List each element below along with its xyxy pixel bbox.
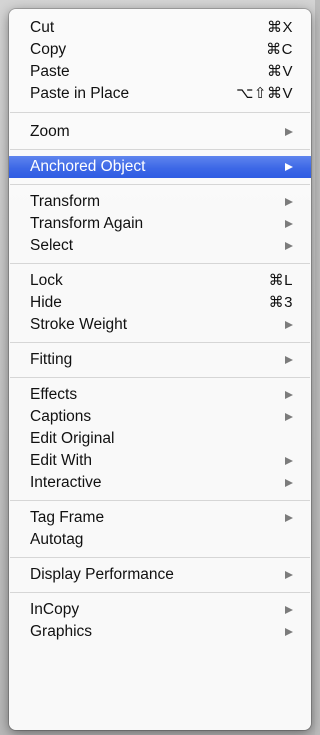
menu-item-tag-frame[interactable]: Tag Frame — [9, 507, 311, 529]
submenu-arrow-icon — [285, 128, 293, 136]
menu-item-graphics[interactable]: Graphics — [9, 621, 311, 643]
menu-item-select[interactable]: Select — [9, 235, 311, 257]
menu-item-label: Fitting — [30, 351, 73, 368]
shortcut-label: ⌘3 — [268, 294, 293, 311]
menu-item-effects[interactable]: Effects — [9, 384, 311, 406]
menu-item-label: Edit Original — [30, 430, 115, 447]
menu-item-hide[interactable]: Hide ⌘3 — [9, 292, 311, 314]
menu-item-edit-original[interactable]: Edit Original — [9, 428, 311, 450]
menu-item-label: Transform — [30, 193, 101, 210]
menu-item-fitting[interactable]: Fitting — [9, 349, 311, 371]
submenu-arrow-icon — [285, 479, 293, 487]
submenu-arrow-icon — [285, 163, 293, 171]
menu-item-transform[interactable]: Transform — [9, 191, 311, 213]
menu-item-stroke-weight[interactable]: Stroke Weight — [9, 314, 311, 336]
shortcut-label: ⌘L — [268, 272, 293, 289]
menu-item-label: InCopy — [30, 601, 80, 618]
menu-item-label: Paste in Place — [30, 85, 130, 102]
submenu-arrow-icon — [285, 220, 293, 228]
menu-item-cut[interactable]: Cut ⌘X — [9, 17, 311, 39]
menu-separator — [10, 112, 310, 113]
submenu-arrow-icon — [285, 321, 293, 329]
shortcut-label: ⌘X — [266, 19, 293, 36]
menu-separator — [10, 263, 310, 264]
menu-item-interactive[interactable]: Interactive — [9, 472, 311, 494]
menu-item-label: Tag Frame — [30, 509, 105, 526]
menu-item-transform-again[interactable]: Transform Again — [9, 213, 311, 235]
menu-item-incopy[interactable]: InCopy — [9, 599, 311, 621]
menu-separator — [10, 557, 310, 558]
menu-item-label: Select — [30, 237, 74, 254]
shortcut-label: ⌥⇧⌘V — [236, 85, 293, 102]
menu-item-label: Anchored Object — [30, 158, 146, 175]
menu-separator — [10, 342, 310, 343]
menu-item-label: Graphics — [30, 623, 93, 640]
menu-item-copy[interactable]: Copy ⌘C — [9, 39, 311, 61]
menu-item-label: Interactive — [30, 474, 102, 491]
menu-item-label: Lock — [30, 272, 63, 289]
menu-item-label: Transform Again — [30, 215, 144, 232]
menu-item-paste-in-place[interactable]: Paste in Place ⌥⇧⌘V — [9, 83, 311, 105]
menu-separator — [10, 377, 310, 378]
menu-item-zoom[interactable]: Zoom — [9, 121, 311, 143]
shortcut-label: ⌘C — [266, 41, 293, 58]
menu-item-label: Captions — [30, 408, 92, 425]
submenu-arrow-icon — [285, 571, 293, 579]
menu-item-anchored-object[interactable]: Anchored Object — [9, 156, 311, 178]
menu-item-label: Autotag — [30, 531, 84, 548]
menu-item-autotag[interactable]: Autotag — [9, 529, 311, 551]
menu-item-lock[interactable]: Lock ⌘L — [9, 270, 311, 292]
menu-item-label: Effects — [30, 386, 78, 403]
menu-item-label: Paste — [30, 63, 70, 80]
menu-item-label: Edit With — [30, 452, 93, 469]
shortcut-label: ⌘V — [266, 63, 293, 80]
menu-item-label: Copy — [30, 41, 67, 58]
menu-item-label: Zoom — [30, 123, 70, 140]
submenu-arrow-icon — [285, 391, 293, 399]
submenu-arrow-icon — [285, 356, 293, 364]
submenu-arrow-icon — [285, 606, 293, 614]
menu-separator — [10, 149, 310, 150]
menu-separator — [10, 592, 310, 593]
menu-item-label: Stroke Weight — [30, 316, 128, 333]
menu-separator — [10, 500, 310, 501]
menu-item-paste[interactable]: Paste ⌘V — [9, 61, 311, 83]
submenu-arrow-icon — [285, 628, 293, 636]
menu-item-label: Cut — [30, 19, 55, 36]
submenu-arrow-icon — [285, 198, 293, 206]
submenu-arrow-icon — [285, 242, 293, 250]
menu-item-label: Display Performance — [30, 566, 174, 583]
menu-separator — [10, 184, 310, 185]
menu-item-display-performance[interactable]: Display Performance — [9, 564, 311, 586]
menu-item-captions[interactable]: Captions — [9, 406, 311, 428]
menu-item-label: Hide — [30, 294, 62, 311]
submenu-arrow-icon — [285, 457, 293, 465]
context-menu: Cut ⌘X Copy ⌘C Paste ⌘V Paste in Place ⌥… — [9, 9, 311, 730]
submenu-arrow-icon — [285, 413, 293, 421]
submenu-arrow-icon — [285, 514, 293, 522]
menu-item-edit-with[interactable]: Edit With — [9, 450, 311, 472]
